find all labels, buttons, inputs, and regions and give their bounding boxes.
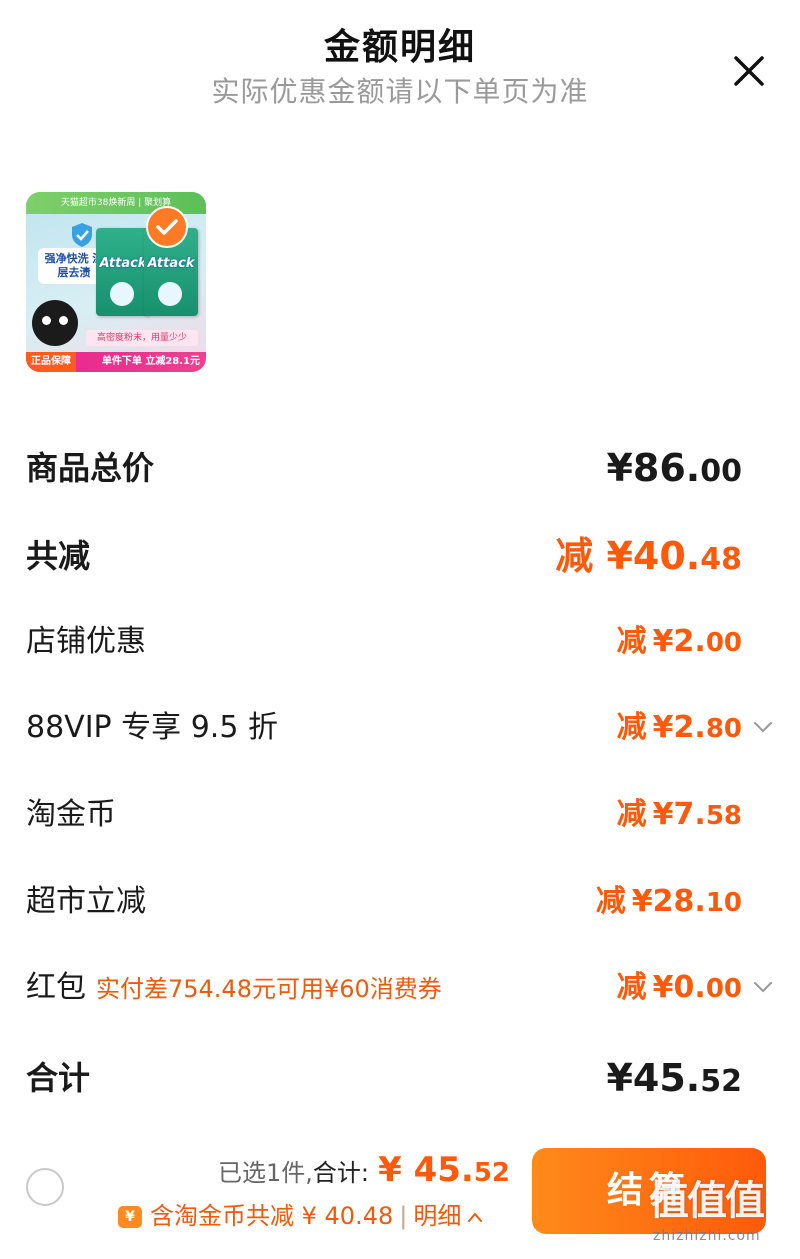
chevron-up-icon bbox=[468, 1212, 483, 1222]
close-button[interactable] bbox=[728, 50, 770, 92]
selected-check[interactable] bbox=[146, 206, 188, 248]
guarantee-badge: 正品保障 bbox=[26, 352, 76, 372]
close-icon bbox=[734, 56, 764, 86]
amount-cents: 10 bbox=[705, 888, 742, 918]
amount-cents: 80 bbox=[705, 714, 742, 744]
detail-label: 明细 bbox=[413, 1202, 462, 1230]
amount-prefix: 减 bbox=[555, 534, 594, 578]
amount-prefix: 减 bbox=[595, 884, 626, 919]
row-label-text: 红包 bbox=[26, 970, 86, 1005]
row-amount: 减 ¥0.00 bbox=[617, 958, 742, 1018]
thumb-sublabel: 高密度粉末，用量少少 bbox=[86, 330, 198, 346]
row-amount: ¥86.00 bbox=[606, 438, 742, 498]
red-packet-note: 实付差754.48元可用¥60消费券 bbox=[96, 975, 442, 1003]
footer-total-main: ¥ 45. bbox=[378, 1150, 474, 1190]
amount-main: ¥2. bbox=[652, 710, 706, 745]
selected-count: 已选1件, bbox=[217, 1159, 313, 1187]
amount-cents: 52 bbox=[700, 1064, 742, 1099]
coin-discount-line: ¥ 含淘金币共减 ¥ 40.48 | 明细 bbox=[118, 1196, 483, 1236]
product-box-image: Attack bbox=[96, 228, 150, 316]
row-taojinbi-discount: 淘金币 减 ¥7.58 bbox=[0, 785, 800, 845]
row-label: 共减 bbox=[26, 537, 91, 575]
coin-discount-text: 含淘金币共减 ¥ 40.48 bbox=[150, 1202, 394, 1230]
row-shop-discount: 店铺优惠 减 ¥2.00 bbox=[0, 612, 800, 672]
chevron-down-icon[interactable] bbox=[752, 716, 774, 738]
divider: | bbox=[399, 1202, 408, 1230]
row-amount: 减 ¥40.48 bbox=[555, 526, 742, 586]
footer-total-cents: 52 bbox=[473, 1158, 510, 1188]
amount-main: ¥7. bbox=[652, 797, 706, 832]
amount-cents: 00 bbox=[705, 974, 742, 1004]
row-label: 合计 bbox=[26, 1059, 91, 1097]
row-label: 超市立减 bbox=[26, 884, 146, 919]
row-label: 红包 实付差754.48元可用¥60消费券 bbox=[26, 958, 442, 1018]
row-label: 88VIP 专享 9.5 折 bbox=[26, 710, 278, 745]
amount-main: ¥2. bbox=[652, 624, 706, 659]
row-red-packet[interactable]: 红包 实付差754.48元可用¥60消费券 减 ¥0.00 bbox=[0, 958, 800, 1018]
row-grand-total: 合计 ¥45.52 bbox=[0, 1048, 800, 1108]
amount-prefix: 减 bbox=[616, 710, 647, 745]
row-amount: ¥45.52 bbox=[606, 1048, 742, 1108]
thumb-brand: Attack bbox=[147, 256, 195, 271]
coin-icon: ¥ bbox=[118, 1206, 142, 1228]
footer-summary: 已选1件,合计: ¥ 45.52 bbox=[218, 1145, 510, 1195]
amount-main: ¥45. bbox=[606, 1056, 701, 1100]
cat-eye bbox=[59, 316, 68, 325]
row-label: 店铺优惠 bbox=[26, 624, 146, 659]
check-icon bbox=[156, 219, 178, 235]
amount-prefix: 减 bbox=[616, 624, 647, 659]
select-all-radio[interactable] bbox=[26, 1168, 64, 1206]
row-supermarket-discount: 超市立减 减 ¥28.10 bbox=[0, 872, 800, 932]
product-thumbnail[interactable]: 天猫超市38焕新周 | 聚划算 强净快洗 深层去渍 Attack Attack … bbox=[26, 192, 206, 372]
row-label: 淘金币 bbox=[26, 797, 116, 832]
row-item-total: 商品总价 ¥86.00 bbox=[0, 438, 800, 498]
amount-prefix: 减 bbox=[616, 970, 647, 1005]
amount-cents: 58 bbox=[705, 801, 742, 831]
amount-prefix: 减 bbox=[616, 797, 647, 832]
amount-main: ¥40. bbox=[606, 534, 701, 578]
thumb-promo: 单件下单 立减28.1元 bbox=[101, 356, 200, 367]
row-amount: 减 ¥28.10 bbox=[596, 872, 742, 932]
page-title: 金额明细 bbox=[323, 27, 476, 68]
amount-main: ¥28. bbox=[631, 884, 706, 919]
row-amount: 减 ¥2.00 bbox=[617, 612, 742, 672]
footer-total-label: 合计: bbox=[312, 1159, 369, 1187]
row-amount: 减 ¥7.58 bbox=[617, 785, 742, 845]
thumb-box-circle bbox=[158, 282, 182, 306]
row-label: 商品总价 bbox=[26, 449, 155, 487]
checkout-button[interactable]: 结算 bbox=[532, 1148, 766, 1234]
amount-cents: 00 bbox=[700, 454, 742, 489]
shield-icon bbox=[72, 223, 92, 247]
thumb-box-circle bbox=[110, 282, 134, 306]
amount-cents: 00 bbox=[705, 628, 742, 658]
row-total-discount: 共减 减 ¥40.48 bbox=[0, 526, 800, 586]
amount-main: ¥0. bbox=[652, 970, 706, 1005]
tmall-cat-logo bbox=[32, 300, 78, 346]
row-amount: 减 ¥2.80 bbox=[617, 698, 742, 758]
page-subtitle: 实际优惠金额请以下单页为准 bbox=[211, 75, 589, 108]
chevron-down-icon[interactable] bbox=[752, 976, 774, 998]
cat-eye bbox=[42, 316, 51, 325]
row-88vip-discount[interactable]: 88VIP 专享 9.5 折 减 ¥2.80 bbox=[0, 698, 800, 758]
detail-toggle[interactable]: 明细 bbox=[413, 1202, 483, 1230]
footer-total-amount: ¥ 45.52 bbox=[378, 1150, 510, 1190]
amount-cents: 48 bbox=[700, 542, 742, 577]
amount-main: ¥86. bbox=[606, 446, 701, 490]
thumb-brand: Attack bbox=[99, 256, 147, 271]
